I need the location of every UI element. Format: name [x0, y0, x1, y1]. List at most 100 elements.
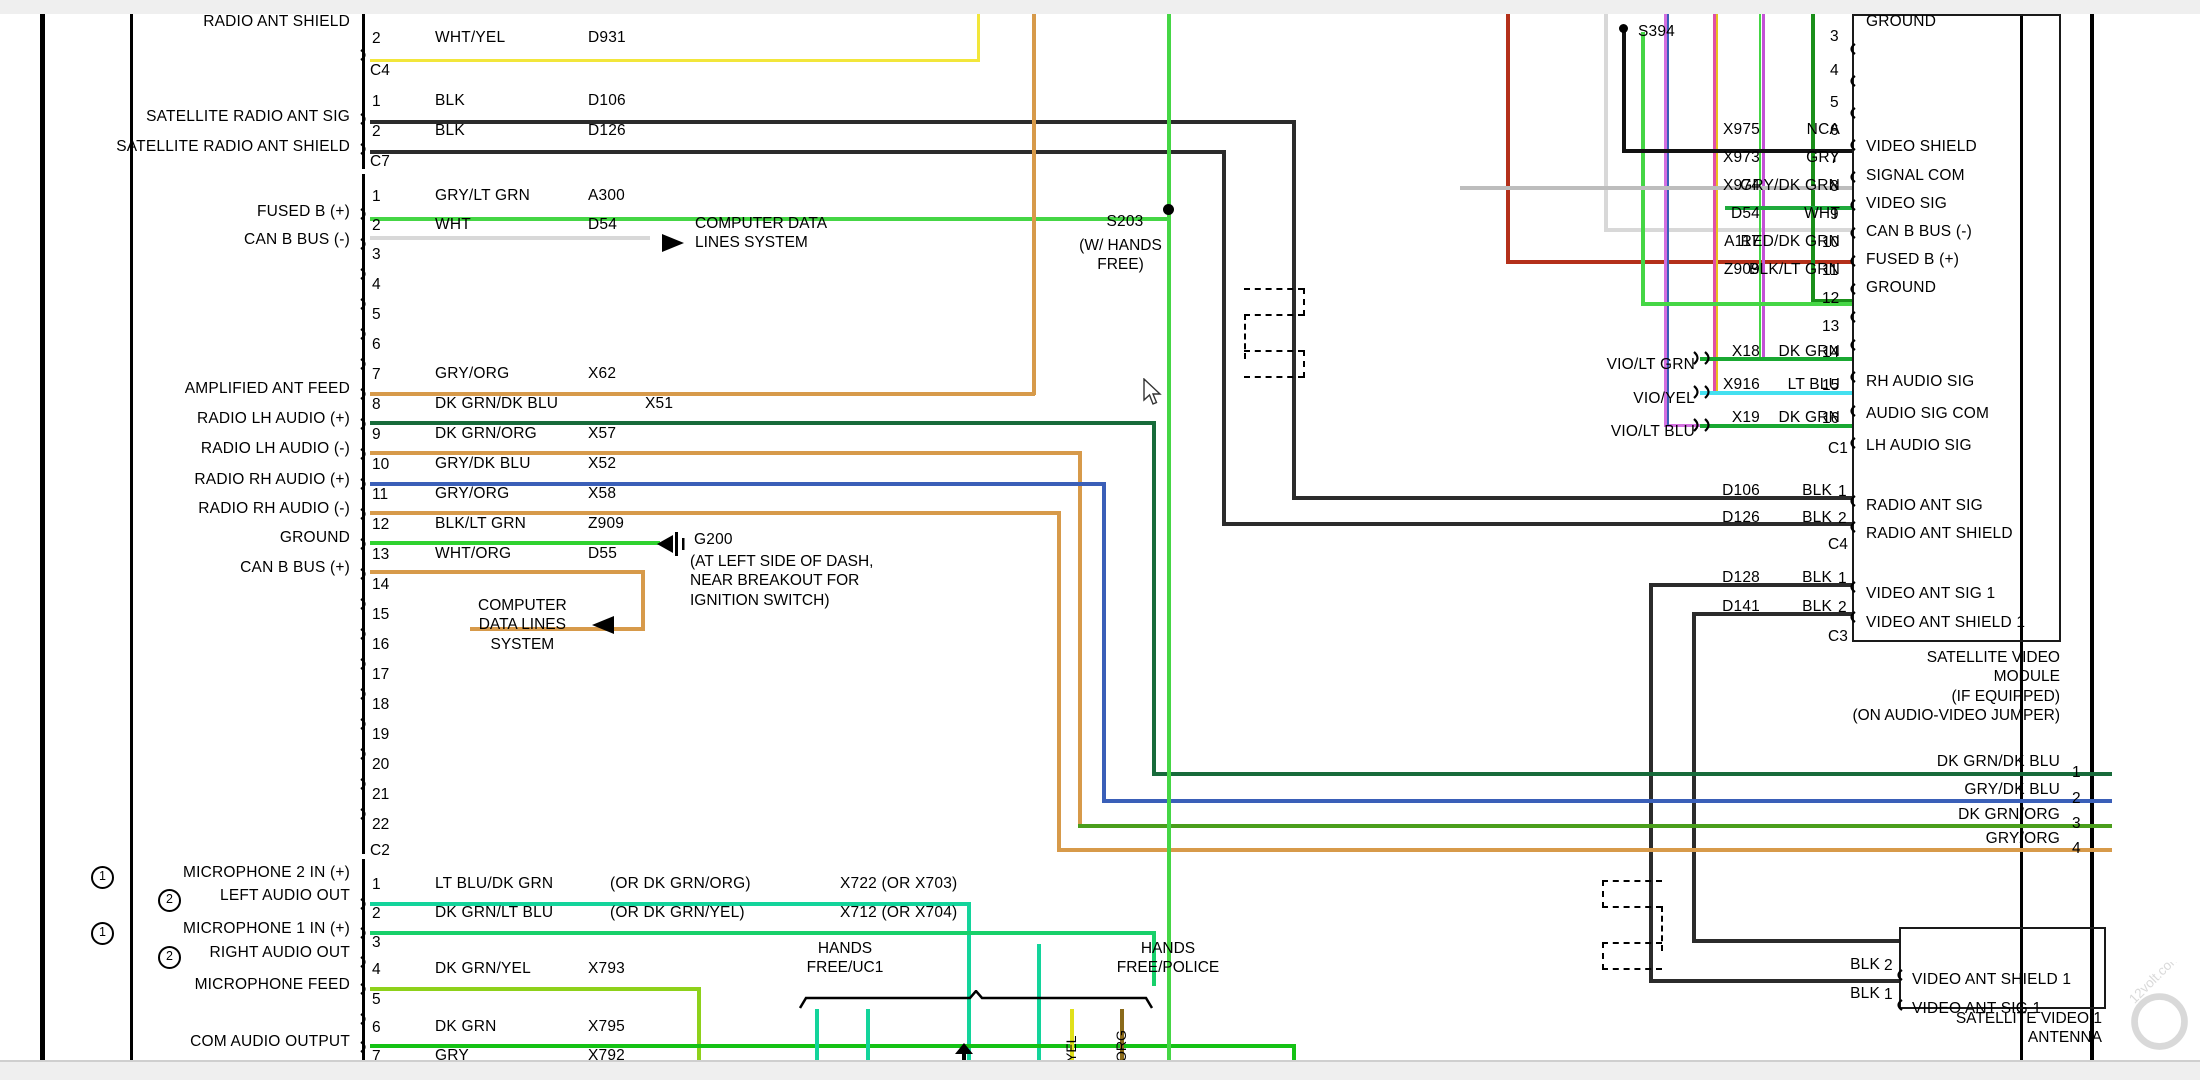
left-row-label-3: FUSED B (+): [256, 203, 350, 220]
left-circuit-0: D931: [588, 29, 626, 46]
right-c4-label-1: RADIO ANT SHIELD: [1866, 525, 2013, 542]
c2-row-label-0a: MICROPHONE 2 IN (+): [183, 864, 350, 881]
left-pin-13: 11: [372, 486, 389, 503]
wiring-diagram-canvas[interactable]: RADIO ANT SHIELD SATELLITE RADIO ANT SIG…: [0, 14, 2200, 1060]
c2-color-0: LT BLU/DK GRN: [435, 875, 554, 892]
left-row-label-14: GROUND: [279, 529, 350, 546]
bottom-right-connector-brackets-icon: [1897, 969, 1903, 1011]
right-pin-3: 6: [1830, 122, 1839, 139]
left-pin-17: 15: [372, 606, 390, 623]
c2-pin-4: 5: [372, 991, 381, 1008]
viewer-bottom-bar: [0, 1060, 2200, 1080]
c2-circuit-6: X792: [588, 1047, 625, 1060]
right-label-4: SIGNAL COM: [1866, 167, 1965, 184]
right-color-5: GRY/DK GRN: [1740, 177, 1840, 194]
left-wire-color-4: WHT: [435, 216, 471, 233]
ground-g200-note: (AT LEFT SIDE OF DASH, NEAR BREAKOUT FOR…: [690, 553, 874, 609]
connector-break-4-bot: [1602, 968, 1662, 970]
jumper-pin-3: 4: [2072, 840, 2081, 857]
right-color-6: WHT: [1804, 205, 1840, 222]
jumper-color-3: GRY/ORG: [1985, 830, 2060, 847]
wire-x795-v: [1292, 1044, 1296, 1060]
connector-break-3-mid: [1661, 906, 1663, 951]
left-wire-color-13: GRY/ORG: [435, 485, 510, 502]
left-pin-10: 8: [372, 396, 381, 413]
left-pin-19: 17: [372, 666, 390, 683]
right-label-11: RH AUDIO SIG: [1866, 373, 1975, 390]
right-label-13: LH AUDIO SIG: [1866, 437, 1972, 454]
bottom-right-pin-0: 2: [1884, 957, 1893, 974]
vio-splice-brackets-icon: [1693, 351, 1710, 432]
left-pin-7: 5: [372, 306, 381, 323]
left-wire-color-10: DK GRN/DK BLU: [435, 395, 559, 412]
right-pin-11: 14: [1822, 344, 1840, 361]
right-connector-brackets-icon: [1850, 43, 1856, 623]
wire-d106: [370, 120, 1295, 124]
left-pin-3: 1: [372, 188, 381, 205]
right-pin-5: 8: [1830, 178, 1839, 195]
right-pin-7: 10: [1822, 234, 1840, 251]
right-label-5: VIDEO SIG: [1866, 195, 1948, 212]
left-pin-0: 2: [372, 30, 381, 47]
left-wire-color-1: BLK: [435, 92, 465, 109]
wire-a300-v: [1167, 14, 1171, 220]
computer-data-lines-top-note: COMPUTER DATA LINES SYSTEM: [695, 215, 828, 252]
left-row-label-11: RADIO LH AUDIO (-): [200, 440, 350, 457]
wire-x793-v: [697, 987, 701, 1060]
connector-break-1-right: [1303, 288, 1305, 316]
bottom-right-label-0: VIDEO ANT SHIELD 1: [1912, 971, 2072, 988]
right-c4-color-0: BLK: [1802, 482, 1832, 499]
right-connector-tag-c3: C3: [1828, 628, 1848, 645]
wire-hf-tick2: [866, 1009, 870, 1060]
left-circuit-1: D106: [588, 92, 626, 109]
connector-break-4-left: [1602, 942, 1604, 970]
left-row-label-12: RADIO RH AUDIO (+): [194, 471, 350, 488]
satellite-video-module-box[interactable]: [1852, 14, 2061, 642]
arrow-up-bottom-icon: [955, 1043, 973, 1060]
right-color-13: DK GRN: [1778, 409, 1840, 426]
left-connector-tag-c7: C7: [370, 153, 390, 170]
connector-break-3-bot: [1602, 906, 1662, 908]
wire-x58-v: [1057, 511, 1061, 851]
satellite-video-antenna-title: SATELLITE VIDEO 1 ANTENNA: [1955, 1010, 2102, 1047]
c2-pin-2: 3: [372, 934, 381, 951]
connector-break-1-top: [1244, 288, 1304, 290]
c2-pin-1: 2: [372, 905, 381, 922]
jumper-line-2: [1649, 799, 2112, 803]
jumper-pin-0: 1: [2072, 764, 2081, 781]
left-pin-15: 13: [372, 546, 390, 563]
trunk-red-a117: [1506, 14, 1510, 262]
left-circuit-2: D126: [588, 122, 626, 139]
jumper-pin-1: 2: [2072, 790, 2081, 807]
left-connector-tag-c4: C4: [370, 62, 390, 79]
left-circuit-9: X62: [588, 365, 617, 382]
left-pin-23: 21: [372, 786, 390, 803]
jumper-color-1: GRY/DK BLU: [1964, 781, 2060, 798]
c2-row-label-5a: COM AUDIO OUTPUT: [190, 1033, 350, 1050]
right-connector-tag-c1: C1: [1828, 440, 1848, 457]
wire-d141-h2: [1692, 939, 1899, 943]
left-row-label-13: RADIO RH AUDIO (-): [198, 500, 350, 517]
wire-d126-v: [1222, 150, 1226, 525]
satellite-video-antenna-box[interactable]: [1899, 927, 2106, 1009]
c2-color-3: DK GRN/YEL: [435, 960, 531, 977]
left-connector-tag-c2: C2: [370, 842, 390, 859]
vio-label-0: VIO/LT GRN: [1606, 356, 1695, 373]
computer-data-lines-bottom-note: COMPUTER DATA LINES SYSTEM: [478, 597, 567, 653]
right-pin-2: 5: [1830, 94, 1839, 111]
left-pin-12: 10: [372, 456, 390, 473]
left-pin-1: 1: [372, 93, 381, 110]
vio-label-1: VIO/YEL: [1633, 390, 1695, 407]
right-c3-label-1: VIDEO ANT SHIELD 1: [1866, 614, 2026, 631]
c2-color-5: DK GRN: [435, 1018, 497, 1035]
left-wire-color-15: WHT/ORG: [435, 545, 512, 562]
connector-break-3-top: [1602, 880, 1662, 882]
left-pin-16: 14: [372, 576, 390, 593]
splice-s203-label: S203: [1106, 213, 1144, 230]
wire-x52-v: [1102, 482, 1106, 802]
left-wire-color-0: WHT/YEL: [435, 29, 506, 46]
bottom-right-color-1: BLK: [1850, 985, 1880, 1002]
arrow-computer-data-bottom-icon: [592, 616, 614, 634]
right-pin-8: 11: [1822, 262, 1839, 279]
frame-border-right-outer: [2090, 14, 2094, 1060]
